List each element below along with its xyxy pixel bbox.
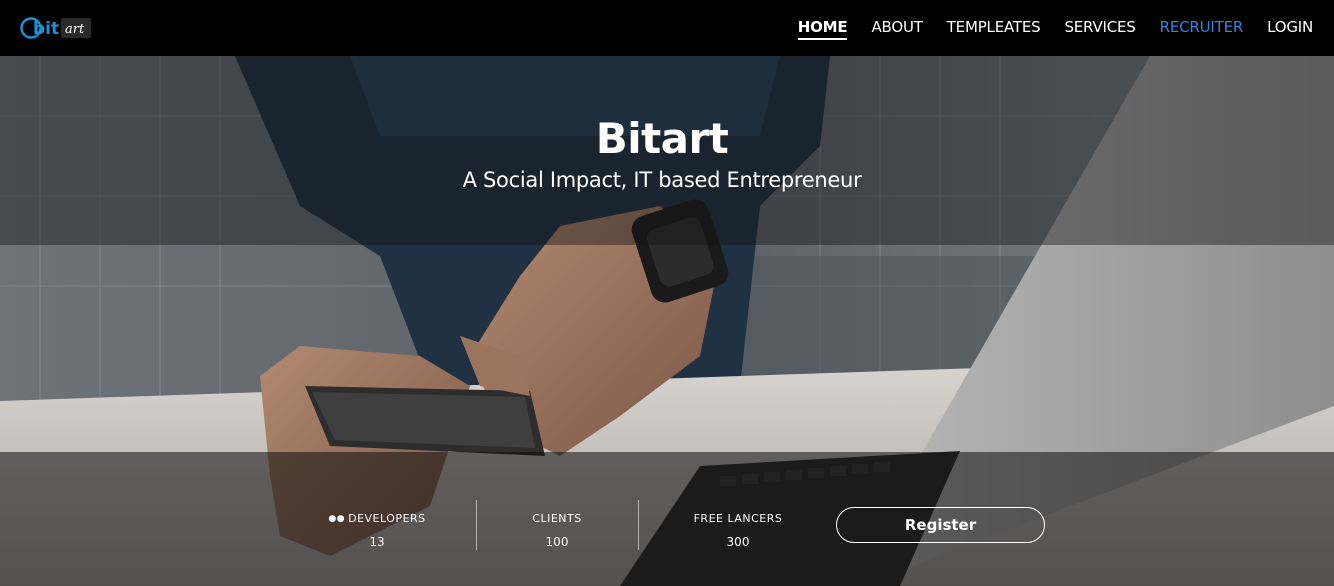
main-nav: HOME ABOUT TEMPLEATES SERVICES RECRUITER…	[797, 0, 1313, 56]
stat-freelancers: FREE LANCERS 300	[680, 512, 796, 549]
stat-freelancers-value: 300	[726, 535, 750, 549]
stat-divider	[476, 500, 477, 550]
nav-recruiter[interactable]: RECRUITER	[1160, 16, 1244, 40]
stat-clients-value: 100	[545, 535, 569, 549]
stat-divider	[638, 500, 639, 550]
hero-title: Bitart	[595, 114, 729, 163]
stat-developers-value: 13	[369, 535, 385, 549]
page: bit art HOME ABOUT TEMPLEATES SERVICES R…	[0, 0, 1334, 586]
nav-templeates[interactable]: TEMPLEATES	[947, 16, 1041, 40]
bitart-logo[interactable]: bit art	[20, 10, 94, 46]
logo-text-bit: bit	[33, 19, 59, 39]
logo-text-art: art	[65, 22, 85, 37]
stat-clients-label: CLIENTS	[532, 512, 582, 525]
stat-freelancers-label: FREE LANCERS	[693, 512, 783, 525]
stat-clients: CLIENTS 100	[510, 512, 604, 549]
group-icon: ●●	[328, 514, 346, 524]
stat-developers-label: DEVELOPERS	[348, 512, 426, 525]
hero-subtitle: A Social Impact, IT based Entrepreneur	[462, 168, 862, 192]
nav-login[interactable]: LOGIN	[1267, 16, 1313, 40]
stat-developers: ●● DEVELOPERS 13	[320, 512, 434, 549]
hero-bottom-overlay	[0, 452, 1334, 586]
top-navbar: bit art HOME ABOUT TEMPLEATES SERVICES R…	[0, 0, 1334, 56]
nav-about[interactable]: ABOUT	[871, 16, 922, 40]
hero-section: Bitart A Social Impact, IT based Entrepr…	[0, 56, 1334, 586]
nav-home[interactable]: HOME	[797, 16, 848, 40]
register-button[interactable]: Register	[836, 507, 1045, 543]
nav-services[interactable]: SERVICES	[1064, 16, 1135, 40]
